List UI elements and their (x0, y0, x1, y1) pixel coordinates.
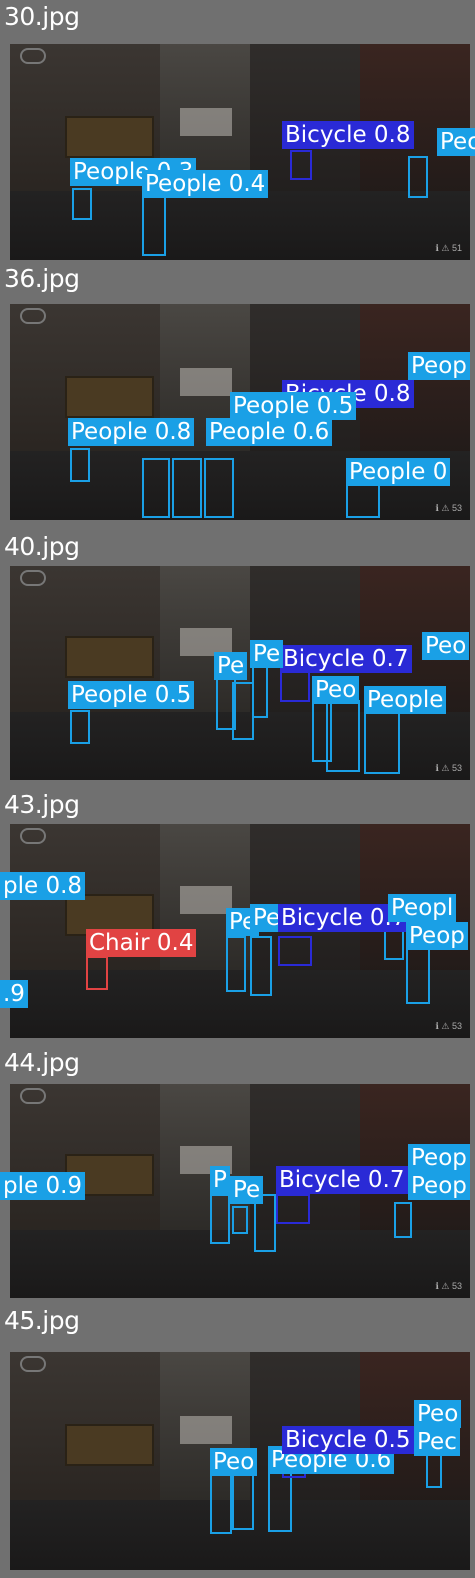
person-box (250, 936, 272, 996)
person-label: People 0 (346, 458, 451, 486)
person-box (232, 1474, 254, 1530)
person-box (210, 1194, 230, 1244)
person-box (142, 194, 166, 256)
person-label: Pec (414, 1428, 460, 1456)
file-name: 40.jpg (4, 532, 80, 561)
person-box (252, 666, 268, 718)
frame-badge: ℹ ⚠ 53 (435, 503, 463, 513)
file-name: 45.jpg (4, 1306, 80, 1335)
person-box (364, 706, 400, 774)
cloud-icon (20, 828, 46, 844)
detection-panel-40: 40.jpg ℹ ⚠ 53 Peo Bicycle 0.7 People 0.5… (0, 530, 475, 788)
person-box (70, 448, 90, 482)
bicycle-label: Bicycle 0.7 (280, 645, 412, 673)
file-name: 44.jpg (4, 1048, 80, 1077)
person-box (268, 1470, 292, 1532)
person-label: People 0.5 (68, 681, 195, 709)
person-label: Peopl (388, 894, 457, 922)
person-box (70, 710, 90, 744)
person-box (204, 458, 234, 518)
file-name: 36.jpg (4, 264, 80, 293)
person-label: ple 0.8 (0, 872, 86, 900)
frame-badge: ℹ ⚠ 51 (435, 243, 463, 253)
person-box (232, 682, 254, 740)
bicycle-box (290, 150, 312, 180)
person-box (326, 700, 360, 772)
bicycle-box (278, 936, 312, 966)
detection-panel-44: 44.jpg ℹ ⚠ 53 ple 0.9 P Pe Bicycle 0.7 P… (0, 1046, 475, 1304)
detection-panel-43: 43.jpg ℹ ⚠ 53 ple 0.8 Chair 0.4 .9 Pe Pe… (0, 788, 475, 1046)
cloud-icon (20, 48, 46, 64)
person-label: Pe (230, 1176, 264, 1204)
person-label: P (210, 1166, 230, 1194)
frame-badge: ℹ ⚠ 53 (435, 1021, 463, 1031)
bicycle-label: Bicycle 0.5 (282, 1426, 414, 1454)
person-label: Peo (414, 1400, 462, 1428)
person-label: Peop (408, 1144, 470, 1172)
frame-badge: ℹ ⚠ 53 (435, 763, 463, 773)
file-name: 43.jpg (4, 790, 80, 819)
person-label: Peop (437, 128, 475, 156)
person-box (142, 458, 170, 518)
detection-panel-45: 45.jpg Peo People 0.6 Bicycle 0.5 Peo Pe… (0, 1304, 475, 1578)
person-label: Peop (408, 1172, 470, 1200)
person-box (384, 930, 404, 960)
person-label: .9 (0, 980, 28, 1008)
chair-box (86, 956, 108, 990)
person-box (226, 936, 246, 992)
person-label: People 0.6 (206, 418, 333, 446)
person-label: ple 0.9 (0, 1172, 86, 1200)
chair-label: Chair 0.4 (86, 929, 197, 957)
frame-badge: ℹ ⚠ 53 (435, 1281, 463, 1291)
person-box (394, 1202, 412, 1238)
person-label: Peop (406, 922, 468, 950)
person-label: People 0.4 (142, 170, 269, 198)
bicycle-label: Bicycle 0.8 (282, 121, 414, 149)
cloud-icon (20, 1356, 46, 1372)
detection-panel-36: 36.jpg ℹ ⚠ 53 Peop Bicycle 0.8 People 0.… (0, 262, 475, 530)
person-box (172, 458, 202, 518)
cloud-icon (20, 308, 46, 324)
person-label: Peo (422, 632, 470, 660)
person-label: Pe (250, 640, 284, 668)
bicycle-label: Bicycle 0.7 (276, 1166, 408, 1194)
person-label: People 0.5 (230, 392, 357, 420)
cloud-icon (20, 1088, 46, 1104)
bicycle-box (276, 1194, 310, 1224)
detection-panel-30: 30.jpg ℹ ⚠ 51 Bicycle 0.8 Peop People 0.… (0, 0, 475, 262)
person-box (408, 156, 428, 198)
person-label: Peop (408, 352, 470, 380)
file-name: 30.jpg (4, 2, 80, 31)
cloud-icon (20, 570, 46, 586)
bicycle-box (280, 668, 310, 702)
person-label: Pe (214, 652, 248, 680)
person-label: People 0.8 (68, 418, 195, 446)
person-label: Peo (210, 1448, 258, 1476)
person-box (232, 1206, 248, 1234)
person-label: Peo (312, 676, 360, 704)
person-box (406, 944, 430, 1004)
camera-frame: ℹ ⚠ 51 (10, 44, 470, 260)
person-box (210, 1474, 232, 1534)
person-label: People (364, 686, 447, 714)
person-box (72, 188, 92, 220)
